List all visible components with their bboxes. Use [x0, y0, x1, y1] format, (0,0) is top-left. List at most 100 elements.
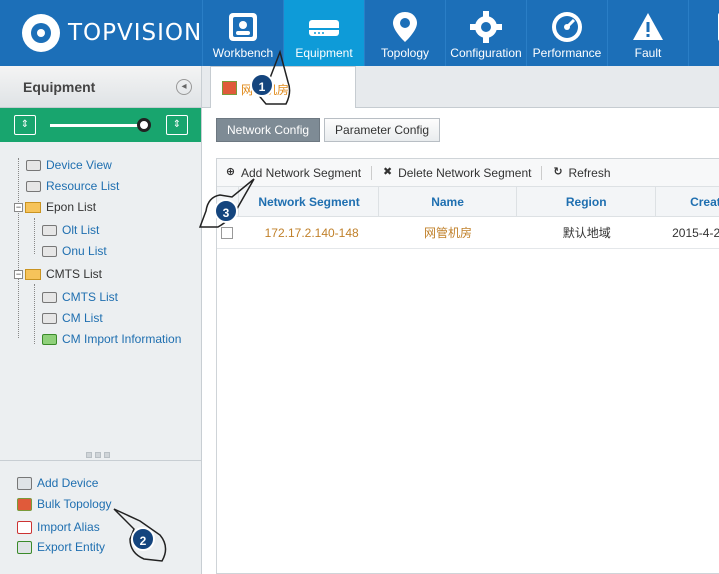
- tree-item-label: CM Import Information: [62, 332, 182, 346]
- warning-icon: [633, 13, 663, 40]
- device-view-icon: [26, 159, 41, 171]
- resource-list-icon: [26, 180, 41, 192]
- collapse-sidebar-button[interactable]: ◂: [176, 79, 192, 95]
- topology-tab-icon: [222, 81, 237, 95]
- step-badge-1: 1: [250, 73, 274, 97]
- cell-region: 默认地域: [562, 226, 611, 240]
- bulk-topology-action[interactable]: Bulk Topology: [17, 497, 112, 511]
- action-label: Bulk Topology: [37, 497, 112, 511]
- button-label: Delete Network Segment: [398, 165, 532, 180]
- tree-item-label: Onu List: [62, 244, 107, 258]
- tree-item-device-view[interactable]: Device View: [26, 158, 112, 172]
- logo-text: TOPVISION: [68, 20, 203, 46]
- workbench-icon: [229, 13, 257, 41]
- zoom-slider-track[interactable]: [50, 124, 150, 127]
- delete-x-icon: ✖: [382, 166, 393, 178]
- toolbar-divider: [541, 165, 543, 180]
- nav-label: Performance: [532, 46, 602, 60]
- gauge-icon: [552, 12, 582, 42]
- action-label: Add Device: [37, 476, 99, 490]
- step-badge-3: 3: [214, 199, 238, 223]
- export-entity-icon: [17, 540, 32, 554]
- topvision-logo: TOPVISION: [22, 14, 202, 52]
- cell-name: 网管机房: [424, 226, 473, 240]
- tree-item-label: Olt List: [62, 223, 100, 237]
- refresh-icon: ↻: [553, 166, 563, 178]
- collapse-all-button[interactable]: ⇕: [166, 115, 188, 135]
- tree-item-label: Epon List: [46, 200, 97, 214]
- equipment-icon: [309, 20, 339, 36]
- tree-connector: [34, 284, 35, 344]
- nav-fault[interactable]: Fault: [607, 0, 688, 66]
- tree-item-cmts-folder[interactable]: − CMTS List: [14, 267, 102, 281]
- map-pin-icon: [393, 12, 417, 42]
- column-region[interactable]: Region: [517, 187, 657, 216]
- tree-item-cm-list[interactable]: CM List: [42, 311, 103, 325]
- tree-item-olt-list[interactable]: Olt List: [42, 223, 99, 237]
- config-subtabs: Network Config Parameter Config: [216, 118, 441, 142]
- bulk-topology-icon: [17, 497, 32, 511]
- logo-mark-icon: [22, 14, 60, 52]
- download-icon: [42, 333, 57, 345]
- nav-performance[interactable]: Performance: [526, 0, 607, 66]
- nav-label: Fault: [634, 46, 662, 60]
- nav-label: R: [689, 46, 719, 60]
- add-device-action[interactable]: Add Device: [17, 476, 98, 490]
- cm-icon: [42, 312, 57, 324]
- grid-toolbar: ⊕ Add Network Segment ✖ Delete Network S…: [217, 159, 719, 187]
- equipment-sidebar: Equipment ◂ ⇕ ⇕ Device View Resource Lis…: [0, 66, 202, 574]
- report-icon: [718, 13, 719, 41]
- tree-item-cmts-list[interactable]: CMTS List: [42, 290, 118, 304]
- collapse-toggle-icon[interactable]: −: [14, 202, 23, 212]
- tree-item-label: CM List: [62, 311, 103, 325]
- cell-created: 2015-4-2: [672, 226, 719, 240]
- action-label: Export Entity: [37, 540, 106, 554]
- refresh-button[interactable]: ↻ Refresh: [552, 166, 610, 180]
- tab-network-config[interactable]: Network Config: [216, 118, 321, 142]
- network-segment-grid: ⊕ Add Network Segment ✖ Delete Network S…: [216, 158, 719, 574]
- tree-item-onu-list[interactable]: Onu List: [42, 244, 107, 258]
- toolbar-divider: [371, 165, 373, 180]
- tree-item-epon-list[interactable]: − Epon List: [14, 200, 96, 214]
- main-content: 网管机房 Network Config Parameter Config ⊕ A…: [202, 66, 719, 574]
- button-label: Refresh: [568, 165, 611, 180]
- export-entity-action[interactable]: Export Entity: [17, 540, 105, 554]
- sidebar-header: Equipment ◂: [0, 66, 201, 108]
- tree-connector: [18, 158, 19, 338]
- tab-parameter-config[interactable]: Parameter Config: [324, 118, 441, 142]
- nav-label: Topology: [380, 46, 430, 60]
- tree-connector: [34, 218, 35, 254]
- expand-all-button[interactable]: ⇕: [14, 115, 36, 135]
- zoom-slider-handle[interactable]: [137, 118, 151, 132]
- column-name[interactable]: Name: [379, 187, 518, 216]
- cmts-icon: [42, 291, 57, 303]
- table-row[interactable]: 172.17.2.140-148 网管机房 默认地域 2015-4-2: [217, 217, 719, 249]
- folder-open-icon: [25, 268, 41, 280]
- nav-configuration[interactable]: Configuration: [445, 0, 526, 66]
- tree-item-cm-import[interactable]: CM Import Information: [42, 332, 181, 346]
- tree-item-label: CMTS List: [62, 290, 119, 304]
- import-alias-icon: [17, 520, 32, 534]
- nav-report[interactable]: R: [688, 0, 719, 66]
- grid-header: Network Segment Name Region Creat: [217, 187, 719, 217]
- nav-label: Configuration: [450, 46, 522, 60]
- import-alias-action[interactable]: Import Alias: [17, 520, 100, 534]
- top-header: TOPVISION Workbench Equipment Topology C…: [0, 0, 719, 66]
- tree-item-label: Resource List: [46, 179, 120, 193]
- column-created[interactable]: Creat: [656, 187, 719, 216]
- add-device-icon: [17, 476, 32, 490]
- action-label: Import Alias: [37, 520, 100, 534]
- step-badge-2: 2: [131, 527, 155, 551]
- tree-item-resource-list[interactable]: Resource List: [26, 179, 119, 193]
- resize-grip[interactable]: [86, 452, 110, 458]
- tree-item-label: Device View: [46, 158, 112, 172]
- onu-icon: [42, 245, 57, 257]
- zoom-toolbar: ⇕ ⇕: [0, 108, 201, 142]
- sidebar-title: Equipment: [23, 79, 96, 95]
- gear-icon: [470, 11, 502, 43]
- folder-open-icon: [25, 201, 41, 213]
- olt-icon: [42, 224, 57, 236]
- nav-topology[interactable]: Topology: [364, 0, 445, 66]
- delete-network-segment-button[interactable]: ✖ Delete Network Segment: [382, 165, 532, 180]
- collapse-toggle-icon[interactable]: −: [14, 269, 23, 279]
